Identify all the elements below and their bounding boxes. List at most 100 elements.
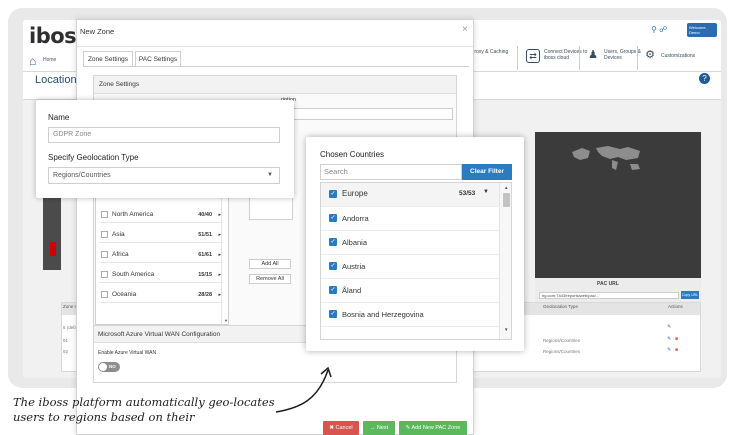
nav-label: Proxy & Caching bbox=[471, 49, 509, 55]
next-button[interactable]: → Next bbox=[363, 421, 395, 435]
geolocation-type-select[interactable]: Regions/Countries ▼ bbox=[48, 167, 280, 184]
checkbox[interactable] bbox=[101, 271, 108, 278]
add-pac-zone-button[interactable]: ✎ Add New PAC Zone bbox=[399, 421, 467, 435]
checkbox[interactable] bbox=[101, 231, 108, 238]
tab-underline bbox=[83, 66, 469, 67]
close-icon[interactable]: × bbox=[462, 24, 468, 35]
country-name: Albania bbox=[342, 238, 368, 247]
scroll-up-icon[interactable]: ▲ bbox=[504, 185, 508, 190]
list-item[interactable]: Africa 61/61 ▸ bbox=[99, 247, 223, 263]
chosen-countries-popup: Chosen Countries Search Clear Filter ✓ E… bbox=[306, 137, 524, 351]
list-item[interactable]: ✓ Austria bbox=[321, 255, 499, 279]
scroll-thumb[interactable] bbox=[503, 193, 510, 207]
welcome-menu[interactable]: Welcome, Demo bbox=[687, 23, 717, 37]
help-icon[interactable]: ? bbox=[699, 73, 710, 84]
delete-icon[interactable]: ■ bbox=[675, 347, 678, 353]
toggle-state: NO bbox=[109, 364, 116, 369]
add-pac-label: Add New PAC Zone bbox=[411, 425, 461, 431]
table-cell: Regions/Countries bbox=[543, 349, 581, 354]
edit-icon[interactable]: ✎ bbox=[667, 347, 671, 353]
checkbox[interactable] bbox=[101, 291, 108, 298]
clear-filter-button[interactable]: Clear Filter bbox=[462, 164, 512, 180]
pac-url-panel: PAC URL ng.com:7443/reports/web/pac/... … bbox=[535, 278, 701, 304]
region-count: 61/61 bbox=[198, 252, 212, 258]
country-search-input[interactable]: Search bbox=[320, 164, 462, 180]
geolocation-type-label: Specify Geolocation Type bbox=[48, 153, 139, 162]
name-label: Name bbox=[48, 113, 70, 122]
checkbox-checked-icon[interactable]: ✓ bbox=[329, 190, 337, 198]
region-count: 51/51 bbox=[198, 232, 212, 238]
cancel-button[interactable]: ✖ Cancel bbox=[323, 421, 359, 435]
country-list: ✓ Europe 53/53 ▼ ✓ Andorra ✓ Albania ✓ A… bbox=[320, 182, 512, 340]
alert-marker bbox=[50, 242, 56, 256]
nav-label: Customizations bbox=[661, 53, 696, 59]
column-header[interactable]: Geolocation Type bbox=[543, 304, 578, 309]
divider bbox=[77, 46, 473, 47]
users-icon: ♟ bbox=[588, 49, 598, 61]
remove-all-button[interactable]: Remove All bbox=[249, 274, 291, 284]
country-list-scrollbar[interactable]: ▲ ▼ bbox=[499, 183, 511, 339]
caret-down-icon[interactable]: ▼ bbox=[483, 189, 489, 195]
checkbox-checked-icon[interactable]: ✓ bbox=[329, 262, 337, 270]
scroll-down-icon[interactable]: ▼ bbox=[224, 318, 228, 323]
checkbox-checked-icon[interactable]: ✓ bbox=[329, 310, 337, 318]
name-geolocation-popup: Name GDPR Zone Specify Geolocation Type … bbox=[36, 100, 294, 198]
nav-divider bbox=[579, 46, 580, 70]
list-item[interactable]: North America 40/40 ▸ bbox=[99, 207, 223, 223]
annotation-caption: The iboss platform automatically geo-loc… bbox=[13, 395, 275, 424]
world-map-icon bbox=[572, 146, 640, 170]
delete-icon[interactable]: ■ bbox=[675, 336, 678, 342]
region-name: Oceania bbox=[112, 291, 137, 298]
group-name: Europe bbox=[342, 189, 368, 198]
scroll-down-icon[interactable]: ▼ bbox=[504, 327, 508, 332]
region-count: 15/15 bbox=[198, 272, 212, 278]
home-label[interactable]: Home bbox=[43, 57, 56, 63]
pac-url-field[interactable]: ng.com:7443/reports/web/pac/... bbox=[539, 292, 679, 299]
region-name: South America bbox=[112, 271, 155, 278]
copy-url-button[interactable]: Copy URL bbox=[681, 291, 699, 299]
cancel-label: Cancel bbox=[335, 425, 353, 431]
edit-icon[interactable]: ✎ bbox=[667, 324, 671, 330]
list-item[interactable]: ✓ Bosnia and Herzegovina bbox=[321, 303, 499, 327]
edit-icon[interactable]: ✎ bbox=[667, 336, 671, 342]
home-icon[interactable]: ⌂ bbox=[29, 54, 36, 68]
pac-url-title: PAC URL bbox=[597, 281, 619, 287]
quick-icons[interactable]: ⚲ ☍ bbox=[651, 25, 667, 34]
connect-icon: ⇄ bbox=[526, 49, 540, 63]
geolocation-type-value: Regions/Countries bbox=[53, 172, 111, 179]
list-item[interactable]: ✓ Andorra bbox=[321, 207, 499, 231]
list-item[interactable]: ✓ Åland bbox=[321, 279, 499, 303]
chevron-down-icon: ▼ bbox=[267, 172, 273, 178]
country-group-europe[interactable]: ✓ Europe 53/53 ▼ bbox=[321, 183, 499, 207]
azure-wan-label: Enable Azure Virtual WAN bbox=[98, 350, 157, 356]
checkbox[interactable] bbox=[101, 211, 108, 218]
checkbox-checked-icon[interactable]: ✓ bbox=[329, 286, 337, 294]
tab-zone-settings[interactable]: Zone Settings bbox=[83, 51, 133, 67]
country-name: Andorra bbox=[342, 214, 369, 223]
table-cell: 92 bbox=[63, 349, 69, 354]
column-header[interactable]: Actions bbox=[668, 304, 683, 309]
country-name: Bosnia and Herzegovina bbox=[342, 310, 424, 319]
list-item[interactable]: ✓ Albania bbox=[321, 231, 499, 255]
name-input[interactable]: GDPR Zone bbox=[48, 127, 280, 143]
nav-divider bbox=[637, 46, 638, 70]
region-list: North America 40/40 ▸ Asia 51/51 ▸ Afric… bbox=[95, 183, 229, 325]
checkbox[interactable] bbox=[101, 251, 108, 258]
tab-pac-settings[interactable]: PAC Settings bbox=[135, 51, 181, 67]
description-input[interactable] bbox=[281, 108, 453, 120]
region-name: Africa bbox=[112, 251, 129, 258]
list-item[interactable]: South America 15/15 ▸ bbox=[99, 267, 223, 283]
group-count: 53/53 bbox=[459, 190, 476, 197]
table-cell: 91 bbox=[63, 338, 69, 343]
region-name: Asia bbox=[112, 231, 125, 238]
list-item[interactable]: Oceania 28/28 ▸ bbox=[99, 287, 223, 303]
chosen-countries-title: Chosen Countries bbox=[320, 150, 385, 159]
nav-label: Connect Devices to iboss cloud bbox=[544, 49, 588, 61]
list-item[interactable]: Asia 51/51 ▸ bbox=[99, 227, 223, 243]
azure-wan-toggle[interactable]: NO bbox=[98, 362, 120, 372]
checkbox-checked-icon[interactable]: ✓ bbox=[329, 238, 337, 246]
checkbox-checked-icon[interactable]: ✓ bbox=[329, 214, 337, 222]
modal-title: New Zone bbox=[80, 27, 115, 36]
region-list-scrollbar[interactable]: ▼ bbox=[221, 183, 229, 325]
add-all-button[interactable]: Add All bbox=[249, 259, 291, 269]
